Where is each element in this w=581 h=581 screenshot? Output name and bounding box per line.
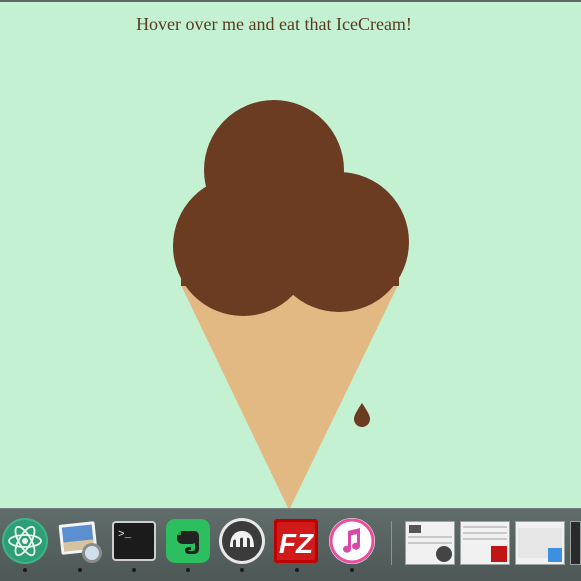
dock-running-indicator (240, 568, 244, 572)
dock: >_ FZ (0, 508, 581, 581)
preview-icon (58, 521, 102, 563)
window-content-line (463, 526, 507, 528)
itunes-icon (329, 518, 375, 564)
window-content-line (408, 542, 452, 544)
icecream-drip (354, 403, 370, 427)
dock-running-indicator (350, 568, 354, 572)
dock-terminal[interactable]: >_ (110, 517, 158, 565)
dock-minimized-window[interactable] (570, 521, 581, 565)
dock-minimized-filezilla-window[interactable] (460, 521, 510, 565)
dock-separator (391, 521, 392, 565)
dock-itunes[interactable] (328, 517, 376, 565)
window-content-line (463, 532, 507, 534)
icecream-scoop-base (181, 242, 399, 286)
dock-running-indicator (23, 568, 27, 572)
filezilla-badge-icon (491, 546, 507, 562)
dock-minimized-mamp-window[interactable] (405, 521, 455, 565)
mamp-logo-icon (409, 525, 421, 533)
terminal-icon: >_ (112, 521, 156, 561)
filezilla-glyph: FZ (279, 528, 314, 559)
atom-icon (2, 518, 48, 564)
dock-filezilla[interactable]: FZ (272, 517, 320, 565)
dock-running-indicator (295, 568, 299, 572)
web-page: Hover over me and eat that IceCream! (0, 2, 581, 508)
dock-evernote[interactable] (164, 517, 212, 565)
icecream-scene[interactable] (0, 2, 581, 508)
terminal-prompt: >_ (118, 529, 132, 541)
dock-preview[interactable] (56, 517, 104, 565)
dock-running-indicator (186, 568, 190, 572)
dock-running-indicator (132, 568, 136, 572)
icecream-cone[interactable] (181, 285, 398, 508)
dock-atom[interactable] (1, 517, 49, 565)
dock-running-indicator (78, 568, 82, 572)
dock-minimized-finder-window[interactable] (515, 521, 565, 565)
window-content-line (463, 538, 507, 540)
filezilla-icon: FZ (274, 519, 318, 563)
mamp-badge-icon (436, 546, 452, 562)
evernote-icon (166, 519, 210, 563)
window-content-line (408, 536, 452, 538)
finder-badge-icon (548, 548, 562, 562)
dock-mamp[interactable] (218, 517, 266, 565)
mamp-icon (219, 518, 265, 564)
